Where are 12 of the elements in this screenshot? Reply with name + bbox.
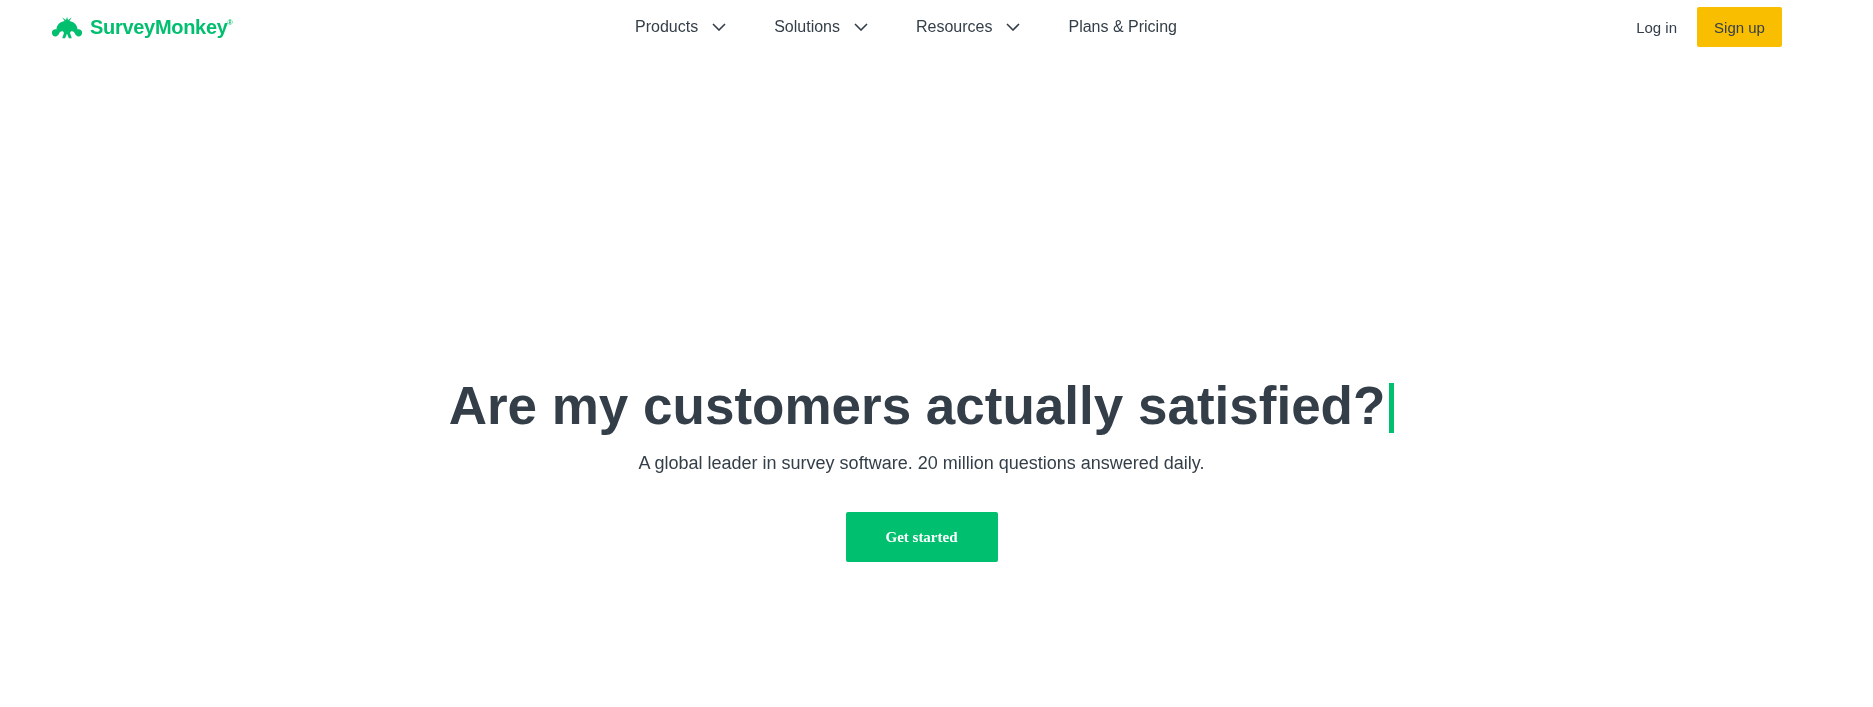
nav-menu-button[interactable]: Resources [916,14,1021,40]
headline: Are my customers actually satisfied? [448,375,1386,437]
chevron-down-icon [1006,23,1021,31]
text-cursor-icon [1389,383,1395,433]
nav-link[interactable]: Plans & Pricing [1068,14,1177,40]
signup-button[interactable]: Sign up [1697,7,1782,47]
subtitle: A global leader in survey software. 20 million questions answered daily. [638,452,1205,475]
chevron-down-icon [854,23,868,31]
login-link[interactable]: Log in [1636,18,1677,36]
chevron-down-icon [712,23,727,31]
nav-menu-button[interactable]: Products [635,14,727,40]
nav-menu-button[interactable]: Solutions [774,14,868,40]
